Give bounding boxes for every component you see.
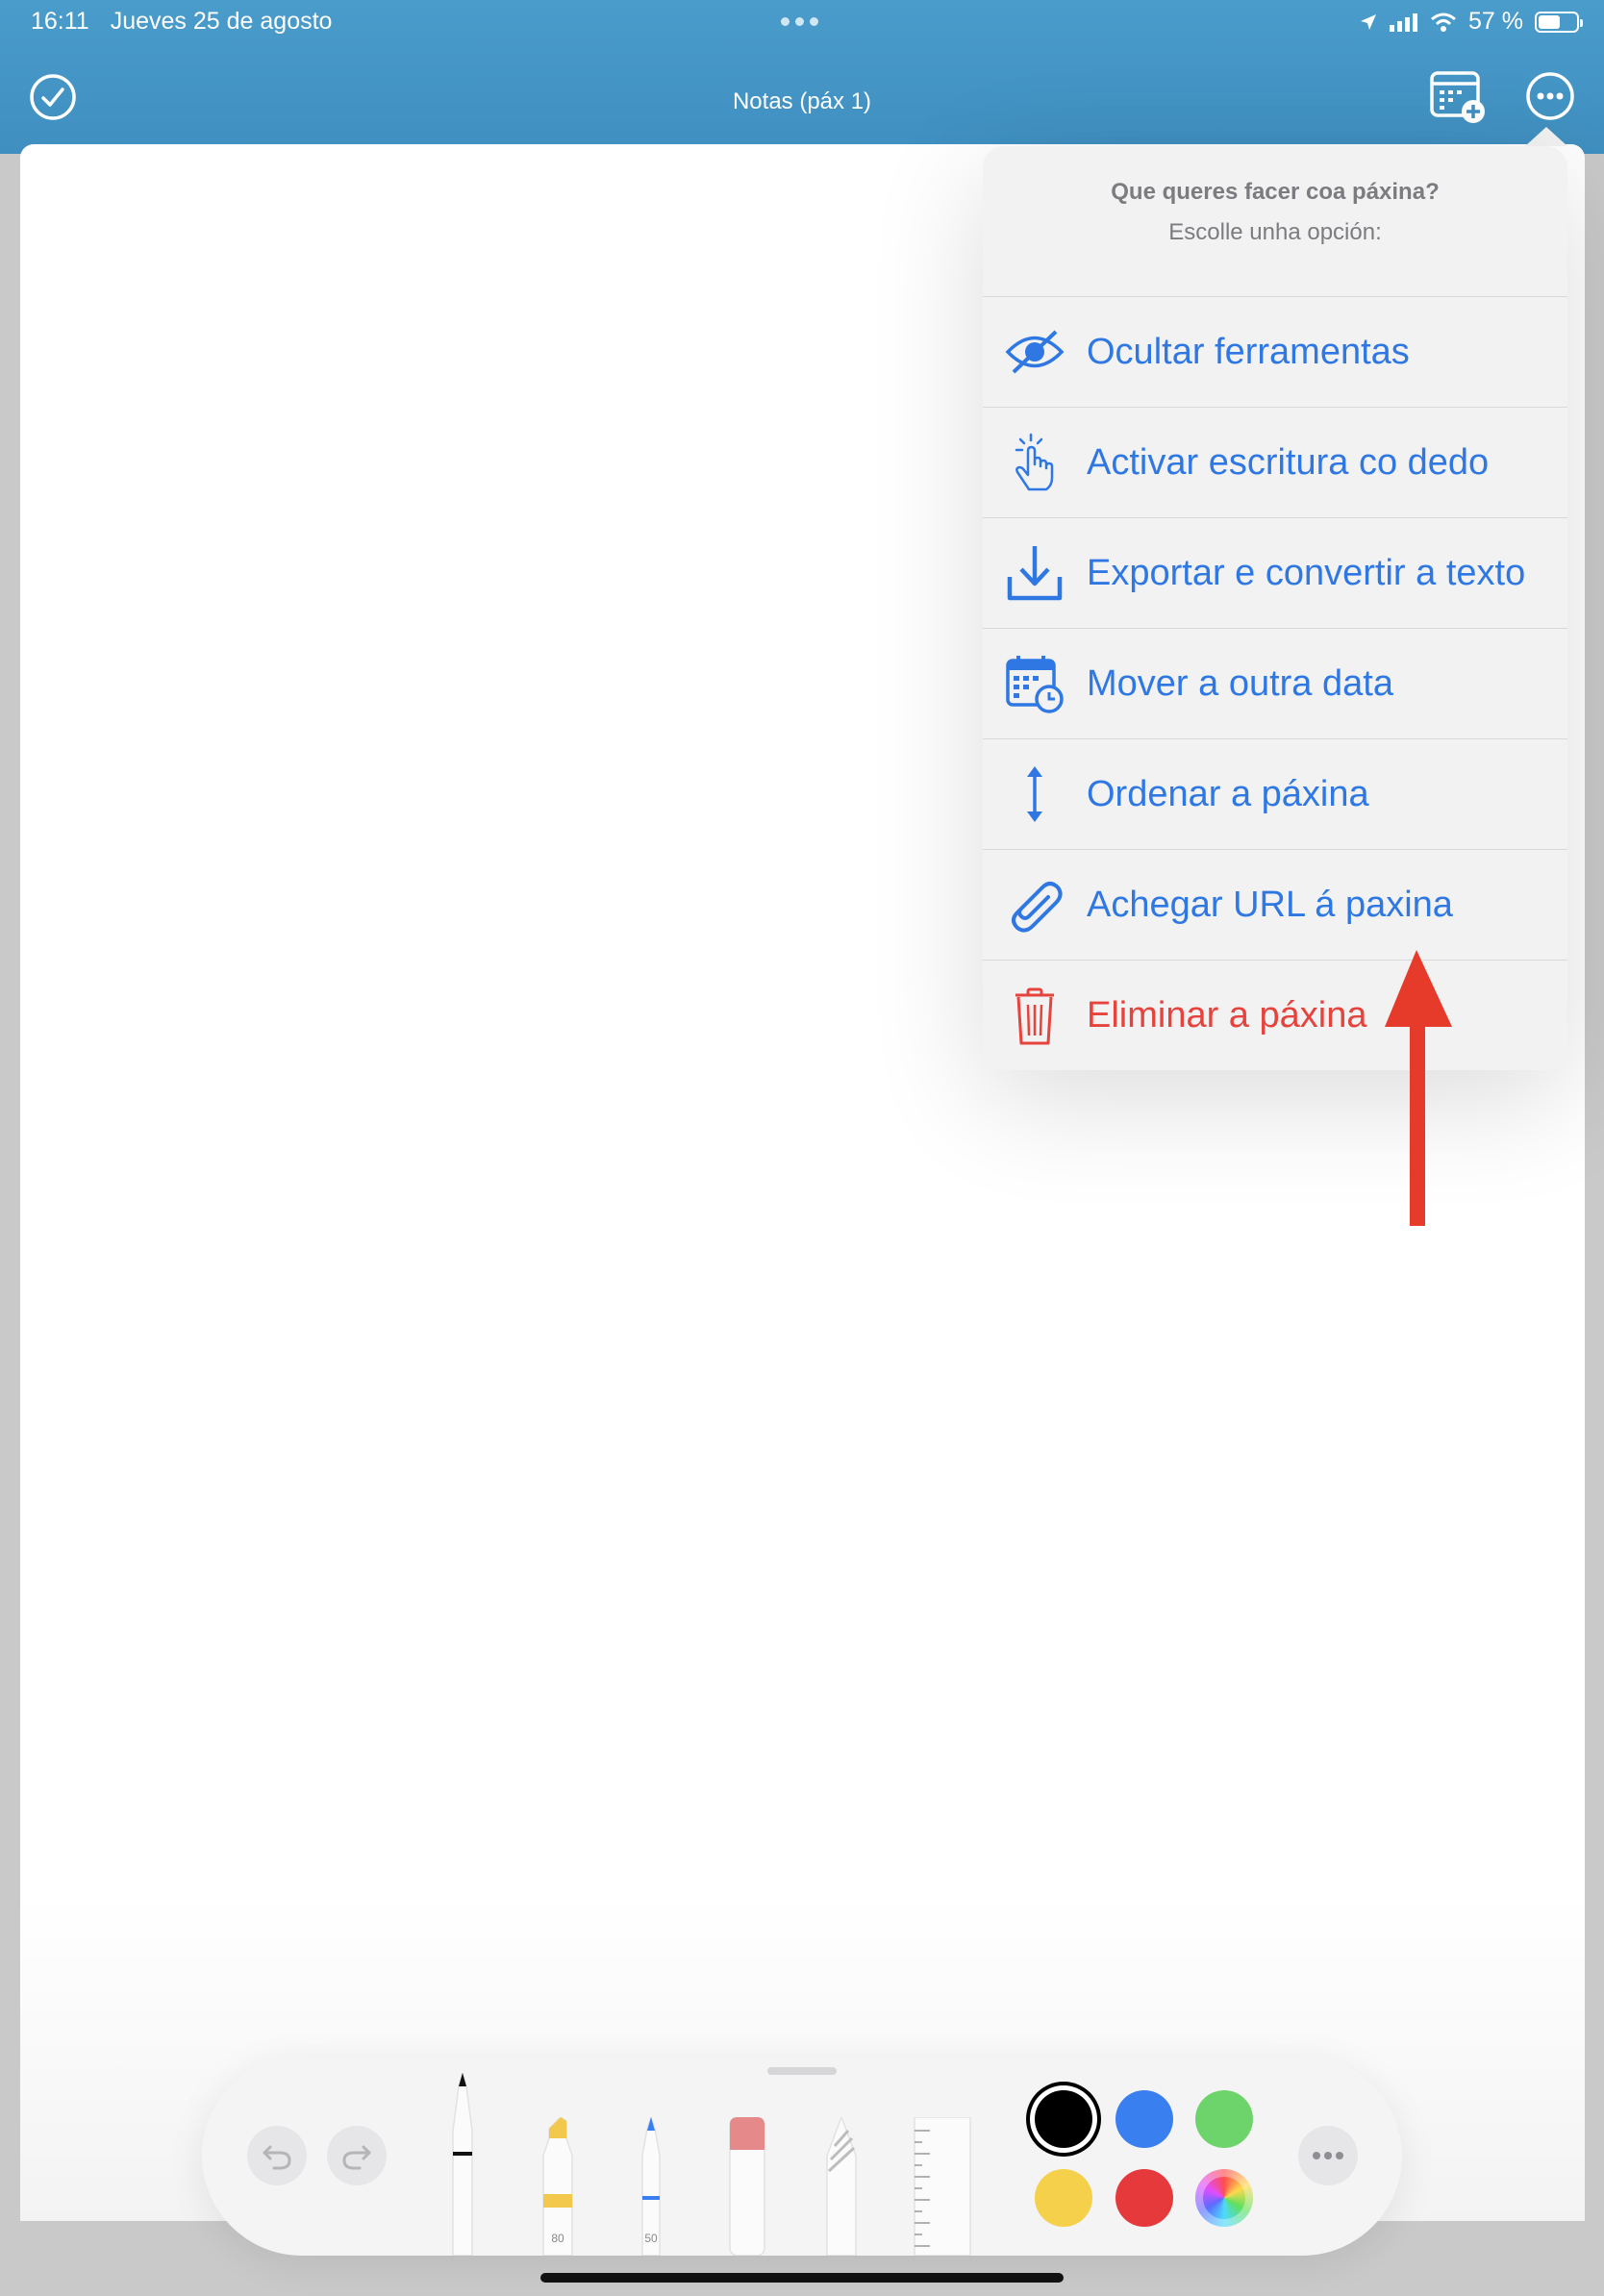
color-wheel-icon[interactable]	[1195, 2169, 1253, 2227]
ellipsis-circle-icon[interactable]	[1525, 71, 1575, 121]
menu-item-label: Activar escritura co dedo	[1087, 441, 1490, 483]
toolbar-grabber[interactable]	[767, 2067, 837, 2075]
color-swatch-blue[interactable]	[1115, 2090, 1173, 2148]
page-title: Notas (páx 1)	[732, 88, 872, 114]
menu-item-label: Ordenar a páxina	[1087, 773, 1369, 814]
ellipsis-icon	[1313, 2152, 1343, 2159]
redo-button[interactable]	[327, 2126, 387, 2185]
battery-icon	[1535, 11, 1583, 33]
redo-icon	[342, 2145, 371, 2170]
annotation-arrow-icon	[1385, 950, 1452, 1226]
cellular-signal-icon	[1390, 12, 1418, 32]
menu-item-delete-page[interactable]: Eliminar a páxina	[983, 961, 1567, 1070]
location-arrow-icon	[1361, 13, 1377, 30]
calendar-clock-icon	[1004, 653, 1065, 714]
color-swatch-green[interactable]	[1195, 2090, 1253, 2148]
menu-item-sort-page[interactable]: Ordenar a páxina	[983, 739, 1567, 850]
battery-percent: 57 %	[1468, 8, 1523, 35]
menu-item-hide-tools[interactable]: Ocultar ferramentas	[983, 297, 1567, 408]
popover-header: Que queres facer coa páxina? Escolle unh…	[983, 146, 1567, 297]
status-bar-left: 16:11 Jueves 25 de agosto	[31, 8, 353, 36]
pen-tool-icon[interactable]	[439, 2073, 487, 2256]
pen-width-label: 50	[644, 2232, 658, 2245]
multitasking-dots-icon[interactable]	[781, 17, 818, 26]
status-time: 16:11	[31, 8, 89, 35]
eraser-tool-icon[interactable]	[723, 2117, 771, 2256]
hand-tap-icon	[1004, 432, 1065, 493]
undo-button[interactable]	[247, 2126, 307, 2185]
menu-item-label: Eliminar a páxina	[1087, 995, 1367, 1036]
color-swatch-yellow[interactable]	[1035, 2169, 1092, 2227]
top-bar: 16:11 Jueves 25 de agosto 57 % Notas (páx…	[0, 0, 1604, 154]
download-icon	[1004, 542, 1065, 604]
lasso-tool-icon[interactable]	[817, 2117, 865, 2256]
toolbar-more-button[interactable]	[1298, 2126, 1358, 2185]
menu-item-label: Achegar URL á paxina	[1087, 884, 1453, 925]
color-swatch-black[interactable]	[1035, 2090, 1092, 2148]
paperclip-icon	[1004, 874, 1065, 936]
wifi-icon	[1431, 12, 1456, 32]
menu-item-attach-url[interactable]: Achegar URL á paxina	[983, 850, 1567, 961]
page-options-popover: Que queres facer coa páxina? Escolle unh…	[983, 146, 1567, 1070]
trash-icon	[1004, 986, 1065, 1047]
menu-item-move-date[interactable]: Mover a outra data	[983, 629, 1567, 739]
popover-subtitle: Escolle unha opción:	[1168, 219, 1382, 245]
marker-tool-icon[interactable]: 80	[534, 2117, 582, 2256]
eye-slash-icon	[1004, 321, 1065, 383]
menu-item-label: Exportar e convertir a texto	[1087, 552, 1526, 593]
drawing-toolbar: 80 50	[202, 2056, 1402, 2256]
fineliner-tool-icon[interactable]: 50	[627, 2117, 675, 2256]
popover-arrow	[1525, 127, 1567, 146]
calendar-add-icon[interactable]	[1429, 69, 1489, 125]
color-swatch-red[interactable]	[1115, 2169, 1173, 2227]
status-date: Jueves 25 de agosto	[110, 8, 333, 35]
menu-item-label: Mover a outra data	[1087, 662, 1393, 704]
marker-width-label: 80	[551, 2232, 564, 2245]
status-bar-right: 57 %	[1359, 8, 1583, 36]
menu-item-export[interactable]: Exportar e convertir a texto	[983, 518, 1567, 629]
vertical-arrows-icon	[1004, 763, 1065, 825]
popover-title: Que queres facer coa páxina?	[1111, 179, 1440, 205]
undo-icon	[263, 2145, 291, 2170]
menu-item-finger-writing[interactable]: Activar escritura co dedo	[983, 408, 1567, 518]
ruler-tool-icon[interactable]	[909, 2117, 976, 2256]
menu-item-label: Ocultar ferramentas	[1087, 331, 1410, 372]
home-indicator[interactable]	[540, 2273, 1064, 2283]
